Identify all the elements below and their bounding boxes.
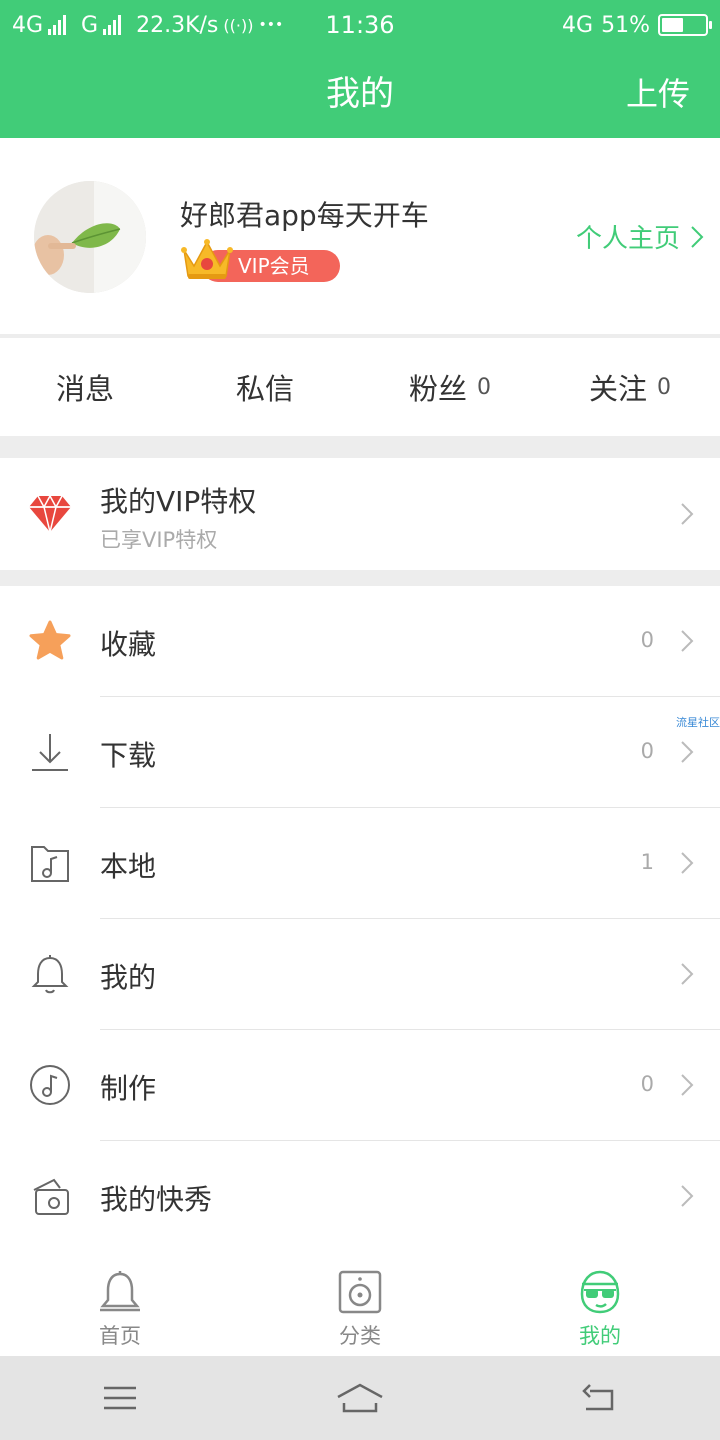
menu-item-local[interactable]: 本地 1 [0,808,720,919]
menu-label: 下载 [100,739,157,772]
vip-privilege-row[interactable]: 我的VIP特权 已享VIP特权 [0,458,720,570]
stat-count: 0 [477,374,491,400]
menu-nav-button[interactable] [0,1381,240,1415]
bell-home-icon [100,1271,140,1312]
menu-label: 本地 [100,850,157,883]
status-right: 4G 51% [562,12,712,38]
stat-count: 0 [657,374,671,400]
personal-homepage-label: 个人主页 [575,224,680,254]
menu-label: 我的 [100,961,157,994]
stat-label: 消息 [55,372,114,406]
status-bar: 4G G 22.3K/s ((·)) ••• 11:36 4G 51% [0,0,720,50]
menu-list: 收藏 0 下载 0 本地 1 我的 制作 0 我的快秀 流星社区 [0,586,720,1254]
bell-icon [31,955,69,994]
username: 好郎君app每天开车 [180,199,429,232]
menu-item-downloads[interactable]: 下载 0 [0,697,720,808]
system-navigation-bar [0,1356,720,1440]
tab-mine[interactable]: 我的 [480,1254,720,1356]
tab-home[interactable]: 首页 [0,1254,240,1356]
menu-item-create[interactable]: 制作 0 [0,1030,720,1141]
chevron-right-icon [681,963,694,985]
menu-item-favorites[interactable]: 收藏 0 [0,586,720,697]
tab-label: 我的 [579,1324,621,1348]
chevron-right-icon [681,1074,694,1096]
network-speed: 22.3K/s [136,12,219,38]
page-title: 我的 [326,74,394,114]
app-header: 我的 上传 [0,50,720,138]
crown-icon [181,239,233,279]
menu-count: 1 [640,850,654,874]
signal-strength-icon-2 [103,15,122,35]
upload-button[interactable]: 上传 [626,50,690,138]
battery-icon [658,14,712,36]
stat-label: 粉丝 [408,372,467,406]
avatar-image [34,181,146,293]
menu-label: 我的快秀 [100,1183,213,1216]
diamond-icon [29,494,71,533]
hotspot-icon: ((·)) [223,15,254,35]
local-music-folder-icon [31,846,69,882]
chevron-right-icon [681,503,694,525]
menu-label: 收藏 [100,628,157,661]
network-type-3: 4G [562,12,594,38]
stat-following[interactable]: 关注 0 [540,338,720,436]
personal-homepage-link[interactable]: 个人主页 [576,218,704,255]
video-show-icon [33,1178,69,1215]
more-dots-icon: ••• [258,17,284,33]
signal-strength-icon [48,15,67,35]
menu-label: 制作 [100,1072,157,1105]
bottom-tab-bar: 首页 分类 我的 [0,1254,720,1356]
home-icon [337,1383,383,1413]
menu-count: 0 [640,739,654,763]
sunglasses-face-icon [580,1270,620,1314]
menu-item-my-kuaixiu[interactable]: 我的快秀 [0,1141,720,1252]
vip-member-badge[interactable]: VIP会员 [180,236,350,286]
stat-messages[interactable]: 消息 [0,338,180,436]
chevron-right-icon [681,630,694,652]
music-note-icon [30,1065,70,1105]
stat-fans[interactable]: 粉丝 0 [360,338,540,436]
menu-count: 0 [640,628,654,652]
chevron-right-icon [691,225,704,248]
hamburger-menu-icon [104,1386,136,1410]
status-left: 4G G 22.3K/s ((·)) ••• [12,13,283,38]
back-icon [582,1384,614,1411]
speaker-icon [338,1270,382,1314]
menu-count: 0 [640,1072,654,1096]
battery-percent: 51% [601,12,650,38]
stat-label: 关注 [588,372,647,406]
menu-item-mine[interactable]: 我的 [0,919,720,1030]
tab-label: 首页 [99,1324,141,1348]
network-type-2: G [81,12,99,38]
star-icon [29,620,71,660]
stats-bar: 消息 私信 粉丝 0 关注 0 [0,338,720,436]
tab-category[interactable]: 分类 [240,1254,480,1356]
chevron-right-icon [681,852,694,874]
home-nav-button[interactable] [240,1381,480,1415]
tab-label: 分类 [339,1324,381,1348]
watermark-text: 流星社区 [676,716,720,729]
chevron-right-icon [681,1185,694,1207]
stat-private-messages[interactable]: 私信 [180,338,360,436]
chevron-right-icon [681,741,694,763]
stat-label: 私信 [235,372,294,406]
avatar[interactable] [34,181,146,293]
battery-fill [662,18,684,32]
network-type-1: 4G [12,12,44,38]
back-nav-button[interactable] [480,1381,720,1415]
profile-card[interactable]: 好郎君app每天开车 VIP会员 个人主页 [0,138,720,334]
vip-privilege-title: 我的VIP特权 [100,485,257,518]
vip-privilege-subtitle: 已享VIP特权 [100,528,218,552]
download-icon [32,734,68,771]
